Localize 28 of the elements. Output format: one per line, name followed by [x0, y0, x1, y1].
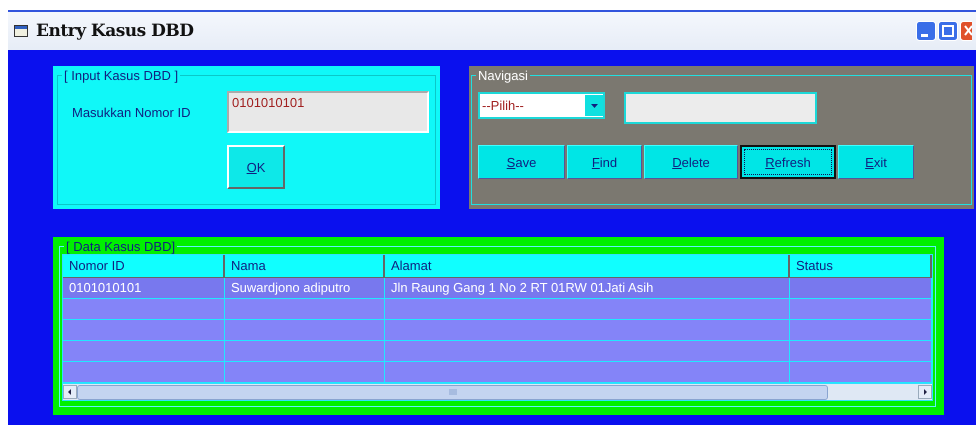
- column-header[interactable]: Nama: [225, 255, 385, 278]
- panel-title: [ Data Kasus DBD]: [65, 239, 176, 254]
- column-header[interactable]: Alamat: [385, 255, 790, 278]
- close-icon[interactable]: [960, 21, 972, 41]
- minimize-icon[interactable]: [916, 21, 936, 41]
- id-input-field[interactable]: 0101010101: [227, 91, 429, 133]
- nav-button[interactable]: Save: [478, 145, 565, 179]
- table-cell: Jln Raung Gang 1 No 2 RT 01RW 01Jati Asih: [385, 278, 790, 299]
- horizontal-scrollbar[interactable]: [62, 384, 933, 401]
- panel-title: Navigasi: [477, 68, 529, 83]
- table-cell: Suwardjono adiputro: [225, 278, 385, 299]
- maximize-icon[interactable]: [938, 21, 958, 41]
- window-title: Entry Kasus DBD: [36, 21, 194, 41]
- nav-button[interactable]: Delete: [644, 145, 738, 179]
- dropdown[interactable]: --Pilih--: [478, 92, 605, 119]
- grip-icon: [448, 389, 456, 395]
- nav-button[interactable]: Find: [567, 145, 642, 179]
- nav-button[interactable]: Exit: [838, 145, 914, 179]
- panel-title: [ Input Kasus DBD ]: [63, 68, 180, 83]
- column-header[interactable]: Status: [790, 255, 932, 278]
- window-icon: [14, 25, 28, 37]
- caret-icon: [590, 104, 598, 108]
- column-header[interactable]: Nomor ID: [63, 255, 225, 278]
- table-cell: 0101010101: [63, 278, 225, 299]
- search-field[interactable]: [624, 92, 817, 124]
- ok-button[interactable]: OK: [227, 145, 285, 189]
- nav-button[interactable]: Refresh: [740, 145, 836, 179]
- field-label: Masukkan Nomor ID: [72, 104, 192, 120]
